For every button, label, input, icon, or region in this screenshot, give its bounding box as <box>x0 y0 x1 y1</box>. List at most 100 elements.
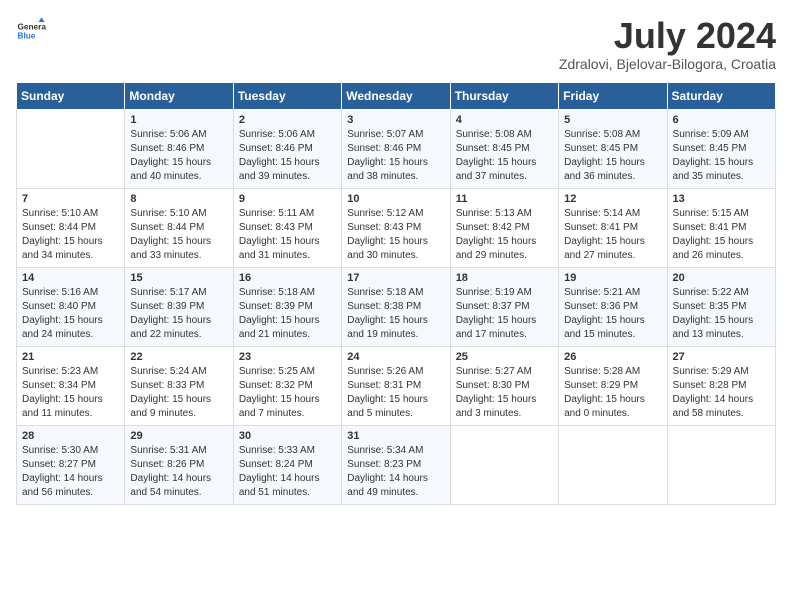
calendar-cell: 24 Sunrise: 5:26 AMSunset: 8:31 PMDayligh… <box>342 346 450 425</box>
calendar-cell: 17 Sunrise: 5:18 AMSunset: 8:38 PMDayligh… <box>342 267 450 346</box>
calendar-cell: 13Sunrise: 5:15 AMSunset: 8:41 PMDayligh… <box>667 188 775 267</box>
cell-info: Sunrise: 5:19 AMSunset: 8:37 PMDaylight:… <box>456 287 537 340</box>
day-number: 5 <box>564 114 661 126</box>
calendar-cell <box>17 109 125 188</box>
day-number: 25 <box>456 351 553 363</box>
cell-info: Sunrise: 5:12 AMSunset: 8:43 PMDaylight:… <box>347 208 428 261</box>
calendar-cell: 27 Sunrise: 5:29 AMSunset: 8:28 PMDayligh… <box>667 346 775 425</box>
calendar-cell: 12 Sunrise: 5:14 AMSunset: 8:41 PMDayligh… <box>559 188 667 267</box>
calendar-cell <box>450 425 558 504</box>
cell-info: Sunrise: 5:24 AMSunset: 8:33 PMDaylight:… <box>130 366 211 419</box>
week-row-4: 21 Sunrise: 5:23 AMSunset: 8:34 PMDayligh… <box>17 346 776 425</box>
cell-info: Sunrise: 5:16 AMSunset: 8:40 PMDaylight:… <box>22 287 103 340</box>
cell-info: Sunrise: 5:06 AMSunset: 8:46 PMDaylight:… <box>130 129 211 182</box>
week-row-5: 28Sunrise: 5:30 AMSunset: 8:27 PMDayligh… <box>17 425 776 504</box>
weekday-header-row: SundayMondayTuesdayWednesdayThursdayFrid… <box>17 82 776 109</box>
calendar-cell: 8 Sunrise: 5:10 AMSunset: 8:44 PMDaylight… <box>125 188 233 267</box>
cell-info: Sunrise: 5:29 AMSunset: 8:28 PMDaylight:… <box>673 366 754 419</box>
calendar-table: SundayMondayTuesdayWednesdayThursdayFrid… <box>16 82 776 505</box>
calendar-cell: 4Sunrise: 5:08 AMSunset: 8:45 PMDaylight… <box>450 109 558 188</box>
location-title: Zdralovi, Bjelovar-Bilogora, Croatia <box>559 56 776 72</box>
calendar-cell: 31 Sunrise: 5:34 AMSunset: 8:23 PMDayligh… <box>342 425 450 504</box>
cell-info: Sunrise: 5:22 AMSunset: 8:35 PMDaylight:… <box>673 287 754 340</box>
cell-info: Sunrise: 5:10 AMSunset: 8:44 PMDaylight:… <box>130 208 211 261</box>
day-number: 19 <box>564 272 661 284</box>
calendar-cell: 23Sunrise: 5:25 AMSunset: 8:32 PMDayligh… <box>233 346 341 425</box>
cell-info: Sunrise: 5:21 AMSunset: 8:36 PMDaylight:… <box>564 287 645 340</box>
day-number: 1 <box>130 114 227 126</box>
day-number: 6 <box>673 114 770 126</box>
cell-info: Sunrise: 5:10 AMSunset: 8:44 PMDaylight:… <box>22 208 103 261</box>
weekday-header-monday: Monday <box>125 82 233 109</box>
calendar-cell: 10 Sunrise: 5:12 AMSunset: 8:43 PMDayligh… <box>342 188 450 267</box>
calendar-cell: 11Sunrise: 5:13 AMSunset: 8:42 PMDayligh… <box>450 188 558 267</box>
calendar-cell: 19 Sunrise: 5:21 AMSunset: 8:36 PMDayligh… <box>559 267 667 346</box>
day-number: 3 <box>347 114 444 126</box>
day-number: 15 <box>130 272 227 284</box>
cell-info: Sunrise: 5:26 AMSunset: 8:31 PMDaylight:… <box>347 366 428 419</box>
day-number: 20 <box>673 272 770 284</box>
day-number: 31 <box>347 430 444 442</box>
cell-info: Sunrise: 5:33 AMSunset: 8:24 PMDaylight:… <box>239 445 320 498</box>
svg-text:Blue: Blue <box>18 32 36 41</box>
weekday-header-sunday: Sunday <box>17 82 125 109</box>
title-area: July 2024 Zdralovi, Bjelovar-Bilogora, C… <box>559 16 776 72</box>
calendar-cell: 6 Sunrise: 5:09 AMSunset: 8:45 PMDaylight… <box>667 109 775 188</box>
calendar-cell: 9Sunrise: 5:11 AMSunset: 8:43 PMDaylight… <box>233 188 341 267</box>
calendar-cell: 21 Sunrise: 5:23 AMSunset: 8:34 PMDayligh… <box>17 346 125 425</box>
calendar-cell: 16Sunrise: 5:18 AMSunset: 8:39 PMDayligh… <box>233 267 341 346</box>
weekday-header-tuesday: Tuesday <box>233 82 341 109</box>
weekday-header-saturday: Saturday <box>667 82 775 109</box>
header: General Blue July 2024 Zdralovi, Bjelova… <box>16 16 776 72</box>
week-row-1: 1 Sunrise: 5:06 AMSunset: 8:46 PMDaylight… <box>17 109 776 188</box>
calendar-cell: 3 Sunrise: 5:07 AMSunset: 8:46 PMDaylight… <box>342 109 450 188</box>
weekday-header-friday: Friday <box>559 82 667 109</box>
cell-info: Sunrise: 5:23 AMSunset: 8:34 PMDaylight:… <box>22 366 103 419</box>
day-number: 12 <box>564 193 661 205</box>
cell-info: Sunrise: 5:09 AMSunset: 8:45 PMDaylight:… <box>673 129 754 182</box>
day-number: 29 <box>130 430 227 442</box>
day-number: 27 <box>673 351 770 363</box>
day-number: 8 <box>130 193 227 205</box>
day-number: 30 <box>239 430 336 442</box>
calendar-cell: 1 Sunrise: 5:06 AMSunset: 8:46 PMDaylight… <box>125 109 233 188</box>
weekday-header-thursday: Thursday <box>450 82 558 109</box>
cell-info: Sunrise: 5:27 AMSunset: 8:30 PMDaylight:… <box>456 366 537 419</box>
day-number: 13 <box>673 193 770 205</box>
logo-icon: General Blue <box>16 16 46 46</box>
calendar-cell <box>559 425 667 504</box>
cell-info: Sunrise: 5:08 AMSunset: 8:45 PMDaylight:… <box>564 129 645 182</box>
day-number: 24 <box>347 351 444 363</box>
cell-info: Sunrise: 5:28 AMSunset: 8:29 PMDaylight:… <box>564 366 645 419</box>
cell-info: Sunrise: 5:34 AMSunset: 8:23 PMDaylight:… <box>347 445 428 498</box>
week-row-3: 14 Sunrise: 5:16 AMSunset: 8:40 PMDayligh… <box>17 267 776 346</box>
cell-info: Sunrise: 5:14 AMSunset: 8:41 PMDaylight:… <box>564 208 645 261</box>
calendar-cell: 2 Sunrise: 5:06 AMSunset: 8:46 PMDaylight… <box>233 109 341 188</box>
week-row-2: 7 Sunrise: 5:10 AMSunset: 8:44 PMDaylight… <box>17 188 776 267</box>
cell-info: Sunrise: 5:18 AMSunset: 8:38 PMDaylight:… <box>347 287 428 340</box>
day-number: 9 <box>239 193 336 205</box>
day-number: 14 <box>22 272 119 284</box>
calendar-cell: 28Sunrise: 5:30 AMSunset: 8:27 PMDayligh… <box>17 425 125 504</box>
calendar-cell: 14 Sunrise: 5:16 AMSunset: 8:40 PMDayligh… <box>17 267 125 346</box>
day-number: 10 <box>347 193 444 205</box>
cell-info: Sunrise: 5:13 AMSunset: 8:42 PMDaylight:… <box>456 208 537 261</box>
logo: General Blue <box>16 16 46 46</box>
svg-text:General: General <box>18 23 47 32</box>
cell-info: Sunrise: 5:07 AMSunset: 8:46 PMDaylight:… <box>347 129 428 182</box>
day-number: 7 <box>22 193 119 205</box>
cell-info: Sunrise: 5:17 AMSunset: 8:39 PMDaylight:… <box>130 287 211 340</box>
day-number: 4 <box>456 114 553 126</box>
calendar-cell: 25 Sunrise: 5:27 AMSunset: 8:30 PMDayligh… <box>450 346 558 425</box>
day-number: 17 <box>347 272 444 284</box>
day-number: 28 <box>22 430 119 442</box>
calendar-cell: 15 Sunrise: 5:17 AMSunset: 8:39 PMDayligh… <box>125 267 233 346</box>
day-number: 21 <box>22 351 119 363</box>
day-number: 26 <box>564 351 661 363</box>
day-number: 2 <box>239 114 336 126</box>
cell-info: Sunrise: 5:25 AMSunset: 8:32 PMDaylight:… <box>239 366 320 419</box>
day-number: 22 <box>130 351 227 363</box>
calendar-cell: 7 Sunrise: 5:10 AMSunset: 8:44 PMDaylight… <box>17 188 125 267</box>
cell-info: Sunrise: 5:06 AMSunset: 8:46 PMDaylight:… <box>239 129 320 182</box>
calendar-cell <box>667 425 775 504</box>
